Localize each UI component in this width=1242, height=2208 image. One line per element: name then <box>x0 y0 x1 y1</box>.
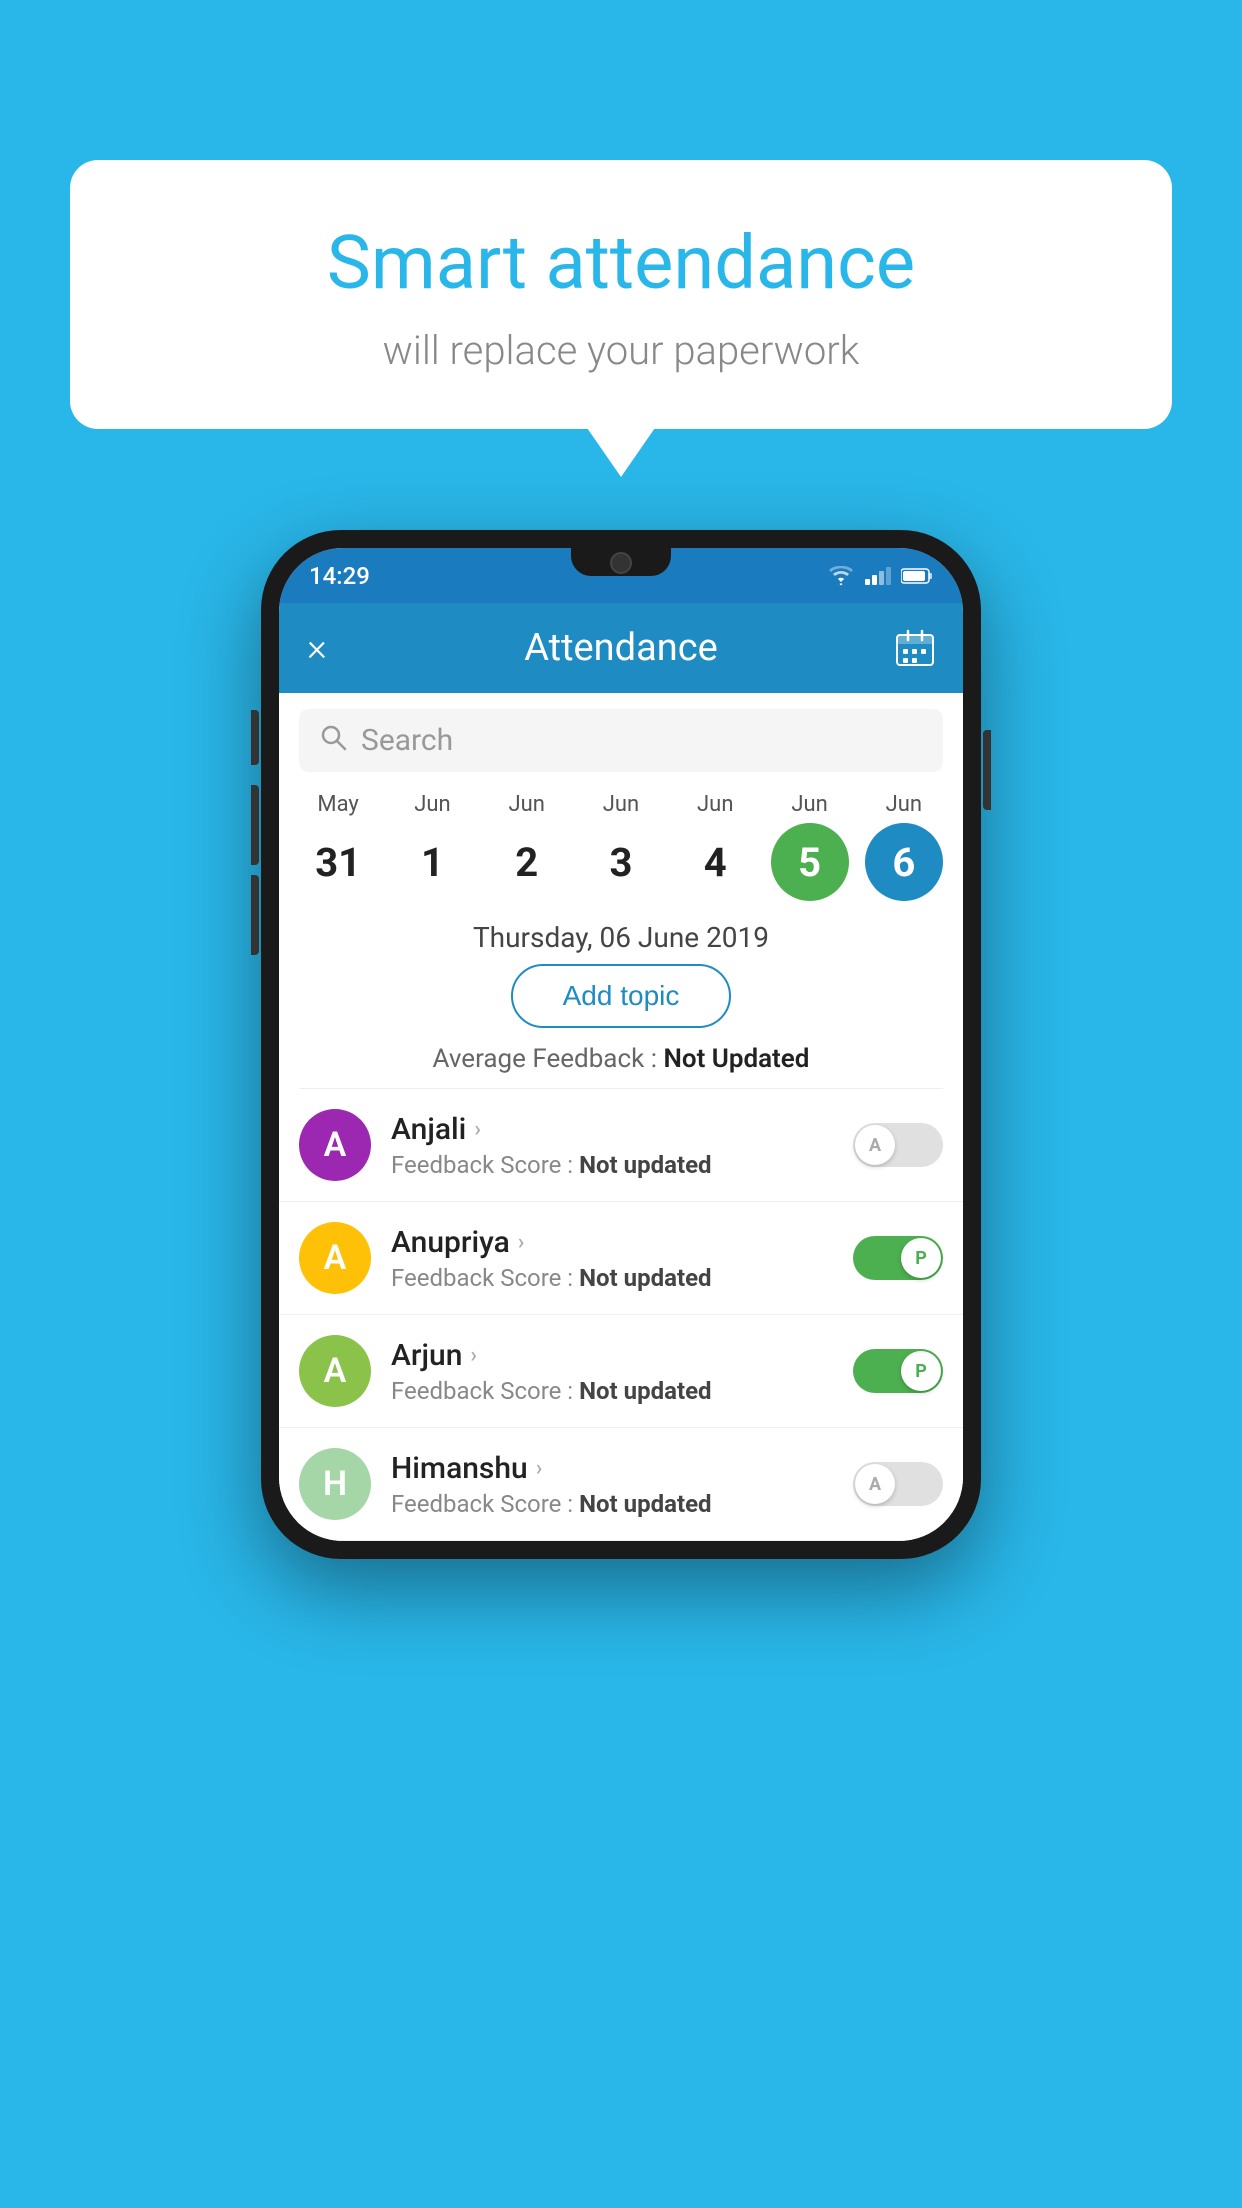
calendar-day[interactable]: Jun 5 <box>771 792 849 901</box>
cal-date[interactable]: 3 <box>582 823 660 901</box>
student-avatar: A <box>299 1109 371 1181</box>
status-time: 14:29 <box>309 562 370 590</box>
calendar-day[interactable]: Jun 3 <box>582 792 660 901</box>
chevron-right-icon: › <box>474 1117 481 1142</box>
student-feedback: Feedback Score : Not updated <box>391 1264 853 1292</box>
cal-date[interactable]: 4 <box>676 823 754 901</box>
calendar-day[interactable]: Jun 1 <box>393 792 471 901</box>
cal-date[interactable]: 1 <box>393 823 471 901</box>
chevron-right-icon: › <box>518 1230 525 1255</box>
toggle-knob: P <box>901 1351 941 1391</box>
status-bar-right <box>827 566 933 586</box>
toggle-knob: P <box>901 1238 941 1278</box>
average-feedback-value: Not Updated <box>663 1044 809 1074</box>
calendar-day[interactable]: May 31 <box>299 792 377 901</box>
search-icon <box>319 723 347 758</box>
calendar-day[interactable]: Jun 2 <box>488 792 566 901</box>
student-row[interactable]: A Arjun › Feedback Score : Not updated P <box>279 1315 963 1428</box>
student-avatar: A <box>299 1222 371 1294</box>
phone-container: 14:29 <box>261 530 981 1559</box>
speech-bubble-container: Smart attendance will replace your paper… <box>70 160 1172 429</box>
phone-camera <box>610 552 632 574</box>
calendar-icon[interactable] <box>895 629 935 667</box>
student-name: Anjali › <box>391 1112 853 1147</box>
speech-bubble-title: Smart attendance <box>130 220 1112 307</box>
wifi-icon <box>827 566 855 586</box>
student-list: AAnjali ›Feedback Score : Not updatedAAA… <box>279 1089 963 1541</box>
attendance-toggle[interactable]: P <box>853 1236 943 1280</box>
calendar-day[interactable]: Jun 6 <box>865 792 943 901</box>
chevron-right-icon: › <box>536 1456 543 1481</box>
cal-date[interactable]: 5 <box>771 823 849 901</box>
attendance-toggle[interactable]: A <box>853 1123 943 1167</box>
student-name: Arjun › <box>391 1338 853 1373</box>
cal-month: Jun <box>791 792 827 817</box>
student-avatar: H <box>299 1448 371 1520</box>
battery-icon <box>901 567 933 585</box>
volume-down-button <box>251 875 259 955</box>
search-input[interactable]: Search <box>361 723 923 758</box>
student-name: Himanshu › <box>391 1451 853 1486</box>
toggle-knob: A <box>855 1125 895 1165</box>
student-info: Anupriya › Feedback Score : Not updated <box>391 1225 853 1292</box>
student-row[interactable]: AAnjali ›Feedback Score : Not updatedA <box>279 1089 963 1202</box>
chevron-right-icon: › <box>470 1343 477 1368</box>
speech-bubble-subtitle: will replace your paperwork <box>130 327 1112 374</box>
student-avatar: A <box>299 1335 371 1407</box>
student-feedback: Feedback Score : Not updated <box>391 1151 853 1179</box>
power-button <box>983 730 991 810</box>
toolbar-title: Attendance <box>524 626 718 670</box>
add-topic-button[interactable]: Add topic <box>511 964 732 1028</box>
student-name: Anupriya › <box>391 1225 853 1260</box>
volume-mute-button <box>251 710 259 765</box>
cal-date[interactable]: 31 <box>299 823 377 901</box>
cal-month: Jun <box>886 792 922 817</box>
app-toolbar: × Attendance <box>279 603 963 693</box>
signal-bars <box>865 567 891 585</box>
average-feedback: Average Feedback : Not Updated <box>279 1044 963 1074</box>
student-info: Himanshu › Feedback Score : Not updated <box>391 1451 853 1518</box>
cal-month: Jun <box>508 792 544 817</box>
speech-bubble: Smart attendance will replace your paper… <box>70 160 1172 429</box>
cal-month: Jun <box>603 792 639 817</box>
student-feedback: Feedback Score : Not updated <box>391 1490 853 1518</box>
student-info: Arjun › Feedback Score : Not updated <box>391 1338 853 1405</box>
selected-date-label: Thursday, 06 June 2019 <box>279 905 963 964</box>
average-feedback-label: Average Feedback : <box>433 1044 657 1074</box>
student-info: Anjali › Feedback Score : Not updated <box>391 1112 853 1179</box>
cal-month: Jun <box>697 792 733 817</box>
cal-date[interactable]: 2 <box>488 823 566 901</box>
volume-up-button <box>251 785 259 865</box>
phone-frame: 14:29 <box>261 530 981 1559</box>
cal-month: Jun <box>414 792 450 817</box>
calendar-row: May 31 Jun 1 Jun 2 Jun 3 Jun 4 Jun 5 Jun 6 <box>279 772 963 905</box>
app-content: Search May 31 Jun 1 Jun 2 Jun 3 Jun 4 Jun 5 Jun 6 Thu… <box>279 693 963 1541</box>
toggle-knob: A <box>855 1464 895 1504</box>
close-button[interactable]: × <box>307 626 327 670</box>
phone-screen: 14:29 <box>279 548 963 1541</box>
calendar-day[interactable]: Jun 4 <box>676 792 754 901</box>
search-bar[interactable]: Search <box>299 709 943 772</box>
attendance-toggle[interactable]: P <box>853 1349 943 1393</box>
cal-date[interactable]: 6 <box>865 823 943 901</box>
student-row[interactable]: H Himanshu › Feedback Score : Not updatedA <box>279 1428 963 1541</box>
attendance-toggle[interactable]: A <box>853 1462 943 1506</box>
student-feedback: Feedback Score : Not updated <box>391 1377 853 1405</box>
student-row[interactable]: A Anupriya › Feedback Score : Not updated P <box>279 1202 963 1315</box>
cal-month: May <box>317 792 358 817</box>
